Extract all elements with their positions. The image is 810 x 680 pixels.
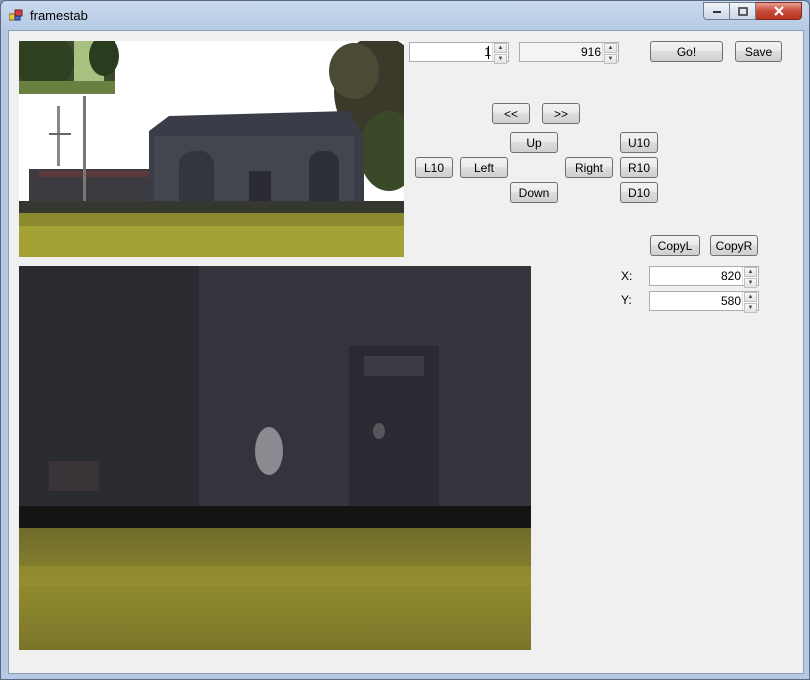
spin-up-icon[interactable]: ▲ bbox=[494, 43, 507, 53]
r10-button[interactable]: R10 bbox=[620, 157, 658, 178]
left-button[interactable]: Left bbox=[460, 157, 508, 178]
y-spin-arrows[interactable]: ▲ ▼ bbox=[742, 292, 758, 313]
d10-button[interactable]: D10 bbox=[620, 182, 658, 203]
spin-up-icon[interactable]: ▲ bbox=[744, 267, 757, 277]
save-button[interactable]: Save bbox=[735, 41, 782, 62]
y-coordinate-input[interactable]: 580 ▲ ▼ bbox=[649, 291, 759, 313]
text-caret bbox=[488, 46, 489, 59]
total-spin-arrows: ▲ ▼ bbox=[602, 43, 618, 64]
x-spin-arrows[interactable]: ▲ ▼ bbox=[742, 267, 758, 288]
copy-left-button[interactable]: CopyL bbox=[650, 235, 700, 256]
maximize-button[interactable] bbox=[730, 2, 756, 20]
spin-down-icon: ▼ bbox=[604, 54, 617, 64]
right-button[interactable]: Right bbox=[565, 157, 613, 178]
window-buttons bbox=[703, 2, 802, 21]
app-window: framestab ▲ ▼ 916 ▲ ▼ Go! Save << >> Up … bbox=[0, 0, 810, 680]
frame-spin-arrows[interactable]: ▲ ▼ bbox=[492, 43, 508, 64]
spin-down-icon[interactable]: ▼ bbox=[744, 278, 757, 288]
total-frames-input: 916 ▲ ▼ bbox=[519, 42, 619, 64]
zoom-view-image bbox=[19, 266, 531, 650]
spin-up-icon: ▲ bbox=[604, 43, 617, 53]
app-icon bbox=[9, 9, 23, 21]
u10-button[interactable]: U10 bbox=[620, 132, 658, 153]
go-button[interactable]: Go! bbox=[650, 41, 723, 62]
y-label: Y: bbox=[621, 293, 632, 307]
spin-down-icon[interactable]: ▼ bbox=[744, 303, 757, 313]
frame-number-input[interactable]: 1 ▲ ▼ bbox=[409, 42, 509, 64]
maximize-icon bbox=[737, 6, 748, 16]
next-frame-button[interactable]: >> bbox=[542, 103, 580, 124]
x-coordinate-value: 820 bbox=[720, 269, 741, 283]
frame-preview-image bbox=[19, 41, 404, 257]
copy-right-button[interactable]: CopyR bbox=[710, 235, 758, 256]
y-coordinate-value: 580 bbox=[720, 294, 741, 308]
minimize-button[interactable] bbox=[703, 2, 730, 20]
minimize-icon bbox=[712, 11, 721, 13]
spin-down-icon[interactable]: ▼ bbox=[494, 54, 507, 64]
up-button[interactable]: Up bbox=[510, 132, 558, 153]
x-label: X: bbox=[621, 269, 633, 283]
title-bar[interactable]: framestab bbox=[1, 1, 809, 29]
total-frames-value: 916 bbox=[580, 45, 601, 59]
client-area: 1 ▲ ▼ 916 ▲ ▼ Go! Save << >> Up Left Rig… bbox=[8, 30, 804, 674]
x-coordinate-input[interactable]: 820 ▲ ▼ bbox=[649, 266, 759, 288]
down-button[interactable]: Down bbox=[510, 182, 558, 203]
l10-button[interactable]: L10 bbox=[415, 157, 453, 178]
prev-frame-button[interactable]: << bbox=[492, 103, 530, 124]
window-title: framestab bbox=[30, 8, 88, 23]
close-icon bbox=[773, 6, 784, 16]
close-button[interactable] bbox=[756, 2, 802, 20]
spin-up-icon[interactable]: ▲ bbox=[744, 292, 757, 302]
